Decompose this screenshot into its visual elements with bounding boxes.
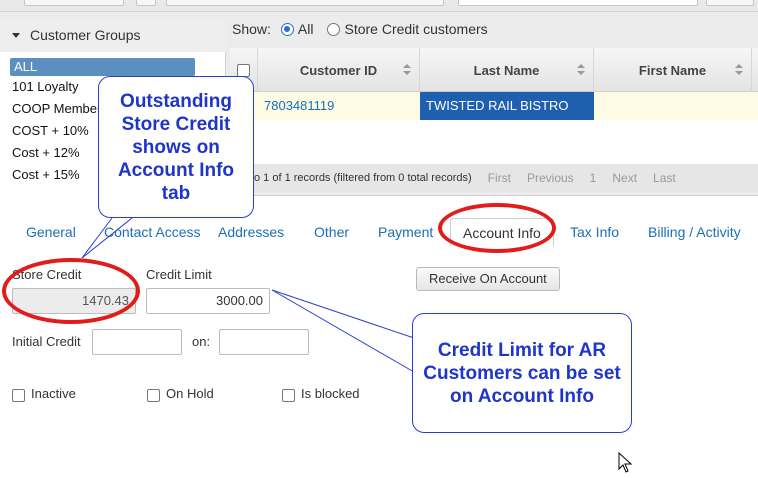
is-blocked-checkbox[interactable] — [282, 389, 295, 402]
pager-info: o 1 of 1 records (filtered from 0 total … — [254, 172, 472, 184]
customer-grid: Customer ID Last Name First Name 7803481… — [230, 48, 758, 164]
toolbar-button[interactable] — [136, 0, 156, 6]
customer-groups-header[interactable]: Customer Groups — [0, 20, 226, 50]
on-date-field[interactable] — [219, 329, 309, 355]
pager-page-button[interactable]: 1 — [590, 171, 597, 185]
inactive-label: Inactive — [31, 386, 76, 401]
pager-last-button[interactable]: Last — [653, 171, 676, 185]
toolbar-button[interactable] — [706, 0, 754, 6]
search-input[interactable] — [458, 0, 698, 6]
customer-groups-title: Customer Groups — [30, 27, 141, 43]
tab-tax-info[interactable]: Tax Info — [570, 224, 619, 240]
radio-all-label: All — [297, 21, 314, 37]
show-filter-label: Show: — [232, 21, 271, 37]
column-header-label: Customer ID — [299, 62, 378, 78]
tab-payment[interactable]: Payment — [378, 224, 433, 240]
tab-other[interactable]: Other — [314, 224, 349, 240]
inactive-checkbox[interactable] — [12, 389, 25, 402]
detail-tabs: General Contact Access Addresses Other P… — [0, 218, 758, 246]
on-hold-checkbox[interactable] — [147, 389, 160, 402]
tab-contact-access[interactable]: Contact Access — [104, 224, 201, 240]
column-header-label: First Name — [638, 62, 707, 78]
cell-last-name[interactable]: TWISTED RAIL BISTRO — [420, 92, 594, 120]
grid-pager: o 1 of 1 records (filtered from 0 total … — [230, 164, 758, 192]
credit-limit-field[interactable]: 3000.00 — [146, 288, 270, 314]
sort-icon — [735, 64, 743, 76]
pager-next-button[interactable]: Next — [612, 171, 637, 185]
toolbar-field[interactable] — [166, 0, 444, 6]
column-customer-id[interactable]: Customer ID — [258, 48, 420, 92]
on-hold-label: On Hold — [166, 386, 214, 401]
grid-header: Customer ID Last Name First Name — [230, 48, 758, 92]
tab-account-info[interactable]: Account Info — [450, 218, 554, 246]
collapse-triangle-icon — [12, 32, 20, 38]
receive-on-account-button[interactable]: Receive On Account — [416, 267, 560, 291]
group-item-all[interactable]: ALL — [10, 58, 195, 76]
tab-general[interactable]: General — [26, 224, 76, 240]
sort-icon — [577, 64, 585, 76]
top-toolbar-strip — [0, 0, 758, 12]
table-row[interactable]: 7803481119 TWISTED RAIL BISTRO — [230, 92, 758, 120]
cell-first-name[interactable] — [594, 92, 758, 120]
on-date-label: on: — [192, 334, 211, 349]
mouse-cursor-icon — [618, 451, 633, 473]
column-last-name[interactable]: Last Name — [420, 48, 594, 92]
store-credit-label: Store Credit — [12, 267, 82, 282]
show-filter: Show: All Store Credit customers — [232, 20, 488, 38]
pager-previous-button[interactable]: Previous — [527, 171, 574, 185]
callout-credit-limit: Credit Limit for AR Customers can be set… — [412, 313, 632, 433]
radio-all[interactable] — [280, 22, 294, 36]
tab-addresses[interactable]: Addresses — [218, 224, 284, 240]
pager-first-button[interactable]: First — [488, 171, 511, 185]
toolbar-field[interactable] — [24, 0, 124, 6]
credit-limit-label: Credit Limit — [146, 267, 212, 282]
column-header-label: Last Name — [473, 62, 540, 78]
tab-billing-activity[interactable]: Billing / Activity — [648, 224, 741, 240]
is-blocked-label: Is blocked — [301, 386, 360, 401]
cell-customer-id[interactable]: 7803481119 — [258, 92, 420, 120]
column-first-name[interactable]: First Name — [594, 48, 752, 92]
store-credit-field: 1470.43 — [12, 288, 136, 314]
initial-credit-label: Initial Credit — [12, 334, 81, 349]
radio-store-credit-label: Store Credit customers — [344, 21, 488, 37]
radio-store-credit[interactable] — [327, 22, 341, 36]
callout-store-credit: Outstanding Store Credit shows on Accoun… — [98, 76, 254, 218]
select-all-checkbox[interactable] — [237, 63, 250, 77]
sort-icon — [403, 64, 411, 76]
initial-credit-field[interactable] — [92, 329, 182, 355]
